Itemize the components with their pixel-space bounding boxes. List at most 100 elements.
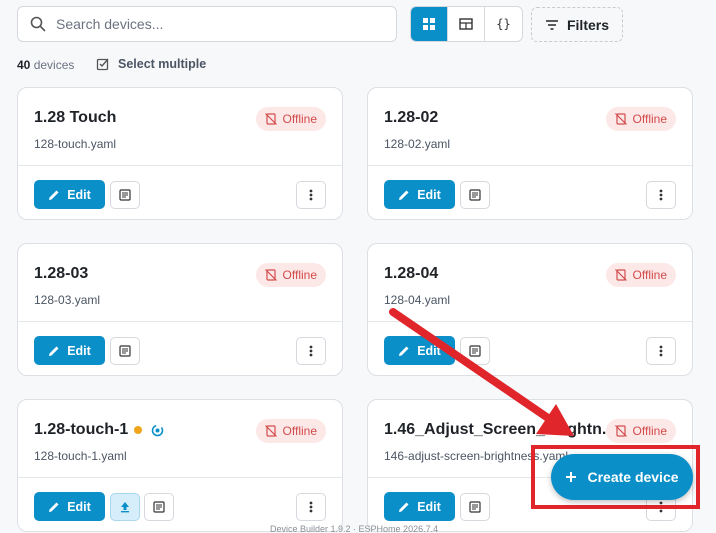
offline-icon	[614, 113, 627, 125]
logs-button[interactable]	[110, 337, 140, 365]
device-file: 128-03.yaml	[34, 293, 101, 307]
edit-label: Edit	[417, 499, 441, 514]
checklist-icon	[96, 58, 109, 71]
pencil-icon	[399, 346, 409, 356]
device-name: 1.28 Touch	[34, 109, 117, 126]
more-menu-button[interactable]	[296, 181, 326, 209]
plus-icon	[566, 472, 577, 482]
status-label: Offline	[282, 268, 317, 282]
select-multiple-label: Select multiple	[118, 57, 207, 71]
offline-icon	[614, 269, 627, 281]
select-multiple-button[interactable]: Select multiple	[96, 57, 206, 71]
status-badge: Offline	[605, 263, 676, 287]
status-label: Offline	[282, 112, 317, 126]
create-device-button[interactable]: Create device	[551, 454, 693, 500]
device-count-unit: devices	[33, 58, 75, 72]
device-count: 40 devices	[17, 58, 74, 72]
edit-button[interactable]: Edit	[384, 336, 455, 365]
card-divider	[18, 165, 342, 166]
pencil-icon	[399, 502, 409, 512]
device-file: 128-touch.yaml	[34, 137, 117, 151]
pencil-icon	[49, 346, 59, 356]
logs-button[interactable]	[460, 337, 490, 365]
logs-button[interactable]	[144, 493, 174, 521]
logs-button[interactable]	[110, 181, 140, 209]
offline-icon	[264, 113, 277, 125]
more-vert-icon	[309, 189, 313, 201]
install-update-button[interactable]	[110, 493, 140, 521]
device-name: 1.28-touch-1	[34, 421, 129, 438]
device-name: 1.46_Adjust_Screen_Brightn...	[384, 421, 616, 438]
search-icon	[30, 16, 46, 32]
status-badge: Offline	[255, 419, 326, 443]
search-input[interactable]	[56, 16, 376, 32]
pencil-icon	[49, 502, 59, 512]
version-footer: Device Builder 1.9.2 · ESPHome 2026.7.4	[270, 524, 439, 533]
grid-view-button[interactable]	[411, 7, 448, 41]
status-label: Offline	[632, 268, 667, 282]
table-view-button[interactable]	[448, 7, 485, 41]
more-vert-icon	[659, 345, 663, 357]
upload-icon	[121, 502, 129, 513]
table-icon	[459, 18, 473, 30]
device-name-row: 1.28-touch-1	[34, 421, 164, 439]
card-divider	[368, 165, 692, 166]
grid-icon	[423, 18, 435, 30]
device-count-number: 40	[17, 58, 31, 72]
edit-button[interactable]: Edit	[34, 492, 105, 521]
filters-button[interactable]: Filters	[531, 7, 623, 42]
offline-icon	[264, 269, 277, 281]
pending-sync-icon	[151, 424, 164, 436]
logs-icon	[469, 345, 481, 357]
device-card[interactable]: 1.28 Touch Offline 128-touch.yaml Edit	[17, 87, 343, 220]
edit-label: Edit	[67, 499, 91, 514]
more-menu-button[interactable]	[296, 493, 326, 521]
device-file: 128-04.yaml	[384, 293, 451, 307]
pending-update-dot	[134, 426, 143, 434]
device-card[interactable]: 1.28-touch-1 Offline 128-touch-1.yaml Ed…	[17, 399, 343, 532]
status-badge: Offline	[605, 107, 676, 131]
logs-icon	[469, 189, 481, 201]
device-file: 128-02.yaml	[384, 137, 451, 151]
logs-button[interactable]	[460, 493, 490, 521]
edit-label: Edit	[417, 343, 441, 358]
offline-icon	[264, 425, 277, 437]
device-card[interactable]: 1.28-03 Offline 128-03.yaml Edit	[17, 243, 343, 376]
more-menu-button[interactable]	[296, 337, 326, 365]
filters-label: Filters	[566, 16, 609, 33]
search-box[interactable]	[17, 6, 397, 42]
more-menu-button[interactable]	[646, 337, 676, 365]
edit-label: Edit	[417, 187, 441, 202]
status-label: Offline	[632, 424, 667, 438]
more-menu-button[interactable]	[646, 181, 676, 209]
create-device-label: Create device	[587, 469, 679, 485]
edit-button[interactable]: Edit	[384, 180, 455, 209]
edit-button[interactable]: Edit	[34, 336, 105, 365]
more-vert-icon	[309, 501, 313, 513]
more-vert-icon	[309, 345, 313, 357]
logs-button[interactable]	[460, 181, 490, 209]
logs-icon	[119, 189, 131, 201]
status-badge: Offline	[255, 107, 326, 131]
device-card[interactable]: 1.28-04 Offline 128-04.yaml Edit	[367, 243, 693, 376]
logs-icon	[153, 501, 165, 513]
edit-label: Edit	[67, 187, 91, 202]
card-divider	[18, 477, 342, 478]
pencil-icon	[399, 190, 409, 200]
device-name: 1.28-04	[384, 265, 439, 282]
code-icon: {}	[496, 17, 511, 31]
status-label: Offline	[632, 112, 667, 126]
more-vert-icon	[659, 189, 663, 201]
edit-button[interactable]: Edit	[384, 492, 455, 521]
device-name: 1.28-02	[384, 109, 439, 126]
status-badge: Offline	[605, 419, 676, 443]
pencil-icon	[49, 190, 59, 200]
logs-icon	[119, 345, 131, 357]
view-toggle-group: {}	[410, 6, 523, 42]
edit-button[interactable]: Edit	[34, 180, 105, 209]
device-card[interactable]: 1.28-02 Offline 128-02.yaml Edit	[367, 87, 693, 220]
status-badge: Offline	[255, 263, 326, 287]
offline-icon	[614, 425, 627, 437]
code-view-button[interactable]: {}	[485, 7, 522, 41]
card-divider	[18, 321, 342, 322]
